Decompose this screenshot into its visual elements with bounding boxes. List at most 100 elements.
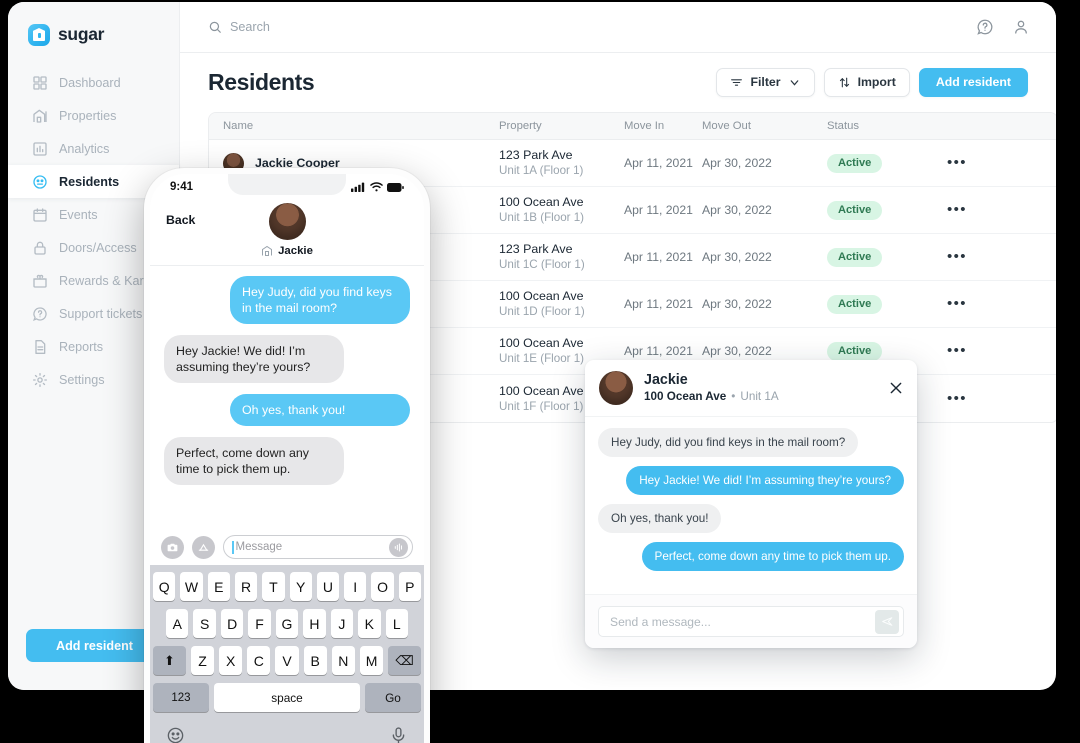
key-p[interactable]: P xyxy=(398,572,421,601)
key-o[interactable]: O xyxy=(371,572,394,601)
page-actions: Filter Import Add resident xyxy=(716,67,1028,97)
chat-popup-footer: Send a message... xyxy=(585,594,917,648)
key-space[interactable]: space xyxy=(213,683,361,712)
phone-input-bar: Message xyxy=(150,529,424,565)
phone-back-button[interactable]: Back xyxy=(166,213,195,227)
phone-message-input[interactable]: Message xyxy=(223,535,413,559)
filter-button[interactable]: Filter xyxy=(716,67,815,97)
key-k[interactable]: K xyxy=(358,609,381,638)
key-j[interactable]: J xyxy=(330,609,354,638)
key-l[interactable]: L xyxy=(385,609,408,638)
key-backspace[interactable]: ⌫ xyxy=(388,646,422,675)
chart-icon xyxy=(32,141,48,157)
cell-actions: ••• xyxy=(947,201,1007,218)
key-e[interactable]: E xyxy=(207,572,230,601)
send-icon[interactable] xyxy=(875,609,899,634)
add-resident-button[interactable]: Add resident xyxy=(918,67,1028,97)
cell-move-in: Apr 11, 2021 xyxy=(624,250,693,264)
phone-message-placeholder: Message xyxy=(235,541,283,553)
row-menu-button[interactable]: ••• xyxy=(947,390,967,407)
sidebar-item-analytics[interactable]: Analytics xyxy=(8,132,179,165)
calendar-icon xyxy=(32,207,48,223)
keyboard-row-1: QWERTYUIOP xyxy=(153,572,421,601)
row-menu-button[interactable]: ••• xyxy=(947,342,967,359)
user-icon[interactable] xyxy=(1012,18,1030,36)
key-c[interactable]: C xyxy=(247,646,271,675)
chat-popup-name: Jackie xyxy=(644,372,688,388)
key-shift[interactable]: ⬆ xyxy=(153,646,186,675)
cell-move-out: Apr 30, 2022 xyxy=(702,297,772,311)
key-g[interactable]: G xyxy=(275,609,299,638)
filter-icon xyxy=(730,76,743,89)
key-h[interactable]: H xyxy=(303,609,326,638)
cell-status: Active xyxy=(827,200,947,220)
phone-contact-name: Jackie xyxy=(278,245,313,257)
cellular-signal-icon xyxy=(351,182,366,192)
audio-message-icon[interactable] xyxy=(389,537,408,557)
residents-icon xyxy=(32,174,48,190)
property-unit: Unit 1B (Floor 1) xyxy=(499,211,585,224)
search-input[interactable] xyxy=(230,20,460,34)
chat-popup-subtitle: 100 Ocean Ave • Unit 1A xyxy=(644,389,779,404)
phone-contact-avatar xyxy=(268,203,306,240)
row-menu-button[interactable]: ••• xyxy=(947,248,967,265)
ios-keyboard: QWERTYUIOP ASDFGHJKL ⬆ Z X C V B N M ⌫ 123 space… xyxy=(150,565,424,743)
column-header-move-in: Move In xyxy=(624,120,665,132)
key-f[interactable]: F xyxy=(248,609,271,638)
key-u[interactable]: U xyxy=(316,572,340,601)
key-v[interactable]: V xyxy=(275,646,299,675)
key-t[interactable]: T xyxy=(262,572,285,601)
sidebar-item-properties[interactable]: Properties xyxy=(8,99,179,132)
key-x[interactable]: X xyxy=(219,646,243,675)
cell-property: 100 Ocean Ave Unit 1D (Floor 1) xyxy=(499,289,624,319)
row-menu-button[interactable]: ••• xyxy=(947,295,967,312)
property-address: 100 Ocean Ave xyxy=(499,336,584,350)
key-r[interactable]: R xyxy=(234,572,258,601)
key-n[interactable]: N xyxy=(331,646,355,675)
import-arrows-icon xyxy=(838,76,851,89)
status-badge: Active xyxy=(827,294,883,314)
property-unit: Unit 1C (Floor 1) xyxy=(499,258,585,271)
key-d[interactable]: D xyxy=(220,609,244,638)
app-logo[interactable]: sugar xyxy=(8,2,179,52)
help-circle-icon[interactable] xyxy=(976,18,994,36)
status-badge: Active xyxy=(827,247,883,267)
status-badge: Active xyxy=(827,341,883,361)
cell-actions: ••• xyxy=(947,390,1007,407)
phone-message-thread: Hey Judy, did you find keys in the mail … xyxy=(150,266,424,485)
emoji-icon[interactable] xyxy=(166,726,185,743)
sidebar-add-resident-button[interactable]: Add resident xyxy=(26,629,163,662)
key-go[interactable]: Go xyxy=(365,683,421,712)
key-i[interactable]: I xyxy=(344,572,367,601)
sidebar-item-dashboard[interactable]: Dashboard xyxy=(8,66,179,99)
app-store-icon[interactable] xyxy=(192,535,215,559)
key-s[interactable]: S xyxy=(193,609,216,638)
chat-popup-message-bubble: Oh yes, thank you! xyxy=(598,504,722,533)
close-icon[interactable] xyxy=(888,380,904,396)
sidebar-item-label: Settings xyxy=(59,372,105,387)
key-z[interactable]: Z xyxy=(190,646,215,675)
brand-name: sugar xyxy=(58,24,105,44)
cell-property: 123 Park Ave Unit 1A (Floor 1) xyxy=(499,148,624,178)
key-w[interactable]: W xyxy=(180,572,203,601)
page-title: Residents xyxy=(208,68,315,95)
cell-move-out: Apr 30, 2022 xyxy=(702,203,772,217)
row-menu-button[interactable]: ••• xyxy=(947,201,967,218)
camera-icon[interactable] xyxy=(161,535,184,559)
dictation-mic-icon[interactable] xyxy=(389,726,408,743)
key-m[interactable]: M xyxy=(359,646,384,675)
cell-status: Active xyxy=(827,247,947,267)
import-button[interactable]: Import xyxy=(823,67,910,97)
key-q[interactable]: Q xyxy=(153,572,176,601)
key-y[interactable]: Y xyxy=(289,572,312,601)
key-a[interactable]: A xyxy=(166,609,189,638)
cell-move-in: Apr 11, 2021 xyxy=(624,344,693,358)
key-numbers[interactable]: 123 xyxy=(153,683,209,712)
chat-popup-property: 100 Ocean Ave xyxy=(644,390,727,403)
row-menu-button[interactable]: ••• xyxy=(947,154,967,171)
chat-popup-input[interactable]: Send a message... xyxy=(598,606,904,637)
key-b[interactable]: B xyxy=(303,646,327,675)
screenshot-stage: sugar Dashboard Properties Analytics Reside… xyxy=(0,0,1080,743)
search-box[interactable] xyxy=(208,20,460,34)
keyboard-bottom-row xyxy=(153,720,421,743)
